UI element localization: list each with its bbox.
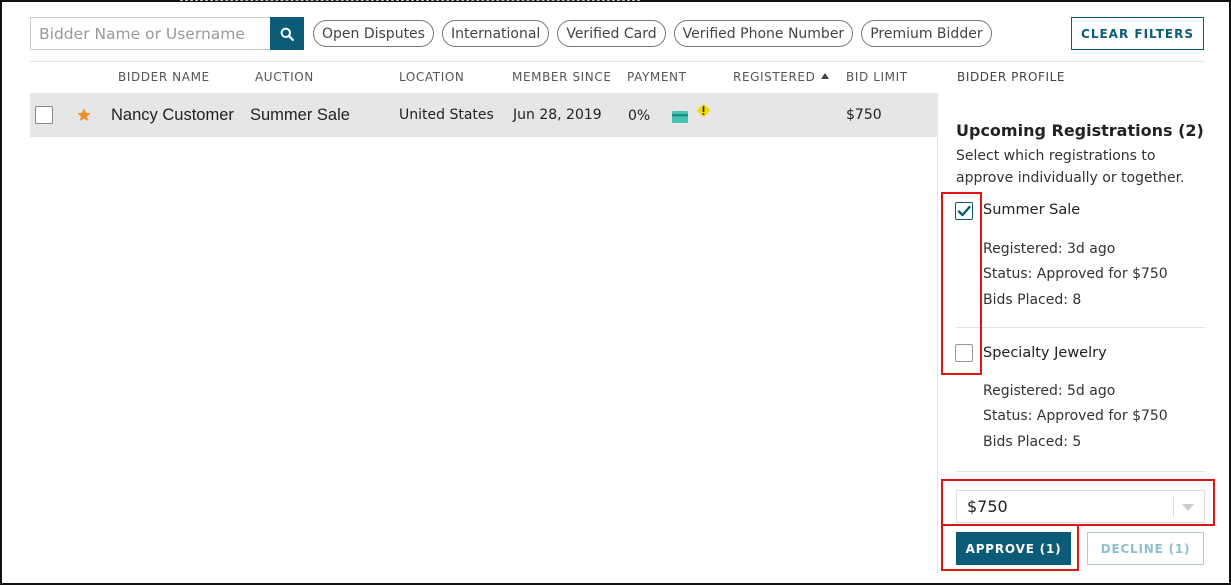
card-icon-cell bbox=[672, 95, 688, 139]
col-bid-limit[interactable]: BID LIMIT bbox=[846, 70, 908, 84]
sort-ascending-icon bbox=[821, 73, 830, 79]
filter-premium-bidder[interactable]: Premium Bidder bbox=[861, 20, 992, 47]
star-cell bbox=[76, 93, 92, 137]
col-registered[interactable]: REGISTERED bbox=[733, 70, 830, 84]
col-member-since[interactable]: MEMBER SINCE bbox=[512, 70, 612, 84]
star-icon[interactable] bbox=[76, 107, 92, 123]
highlight-approve-button bbox=[941, 524, 1079, 571]
credit-card-icon bbox=[672, 111, 688, 123]
member-since: Jun 28, 2019 bbox=[513, 107, 602, 123]
top-cropped-edge bbox=[180, 0, 640, 3]
decline-button[interactable]: DECLINE (1) bbox=[1087, 532, 1204, 565]
registration-registered: Registered: 5d ago bbox=[983, 383, 1116, 399]
search-input[interactable] bbox=[30, 17, 270, 50]
registration-name: Specialty Jewelry bbox=[983, 345, 1107, 361]
bidder-name[interactable]: Nancy Customer bbox=[111, 93, 234, 137]
location: United States bbox=[399, 107, 494, 123]
registration-divider bbox=[956, 327, 1205, 328]
warning-icon-cell bbox=[696, 88, 711, 132]
search-icon bbox=[280, 27, 294, 41]
highlight-bid-limit-select bbox=[941, 479, 1215, 526]
header-divider bbox=[30, 61, 1205, 62]
filter-chips: Open Disputes International Verified Car… bbox=[313, 20, 992, 47]
panel-divider bbox=[937, 93, 938, 573]
bid-limit: $750 bbox=[846, 107, 882, 123]
filter-international[interactable]: International bbox=[441, 20, 550, 47]
registration-divider bbox=[956, 471, 1205, 472]
col-registered-label: REGISTERED bbox=[733, 70, 816, 84]
col-bidder-name[interactable]: BIDDER NAME bbox=[118, 70, 210, 84]
warning-icon bbox=[696, 102, 711, 118]
filter-verified-phone[interactable]: Verified Phone Number bbox=[673, 20, 854, 47]
col-location[interactable]: LOCATION bbox=[399, 70, 464, 84]
col-auction[interactable]: AUCTION bbox=[255, 70, 314, 84]
col-payment[interactable]: PAYMENT bbox=[627, 70, 687, 84]
registration-status: Status: Approved for $750 bbox=[983, 408, 1168, 424]
search-button[interactable] bbox=[270, 17, 304, 50]
auction-name: Summer Sale bbox=[250, 105, 350, 124]
registration-bids: Bids Placed: 5 bbox=[983, 434, 1082, 450]
table-row[interactable]: Nancy Customer Summer Sale United States… bbox=[30, 93, 937, 137]
highlight-checkboxes bbox=[941, 192, 982, 375]
payment-percent: 0% bbox=[628, 108, 651, 124]
row-select bbox=[35, 93, 53, 137]
panel-description: Select which registrations to approve in… bbox=[956, 148, 1185, 186]
registration-registered: Registered: 3d ago bbox=[983, 241, 1116, 257]
registration-status: Status: Approved for $750 bbox=[983, 266, 1168, 282]
col-bidder-profile: BIDDER PROFILE bbox=[957, 70, 1066, 84]
panel-title: Upcoming Registrations (2) bbox=[956, 121, 1204, 140]
registration-bids: Bids Placed: 8 bbox=[983, 292, 1082, 308]
filter-open-disputes[interactable]: Open Disputes bbox=[313, 20, 434, 47]
row-checkbox[interactable] bbox=[35, 106, 53, 124]
filter-verified-card[interactable]: Verified Card bbox=[557, 20, 666, 47]
clear-filters-button[interactable]: CLEAR FILTERS bbox=[1071, 17, 1204, 50]
registration-name: Summer Sale bbox=[983, 202, 1081, 218]
bidder-search bbox=[30, 17, 304, 50]
